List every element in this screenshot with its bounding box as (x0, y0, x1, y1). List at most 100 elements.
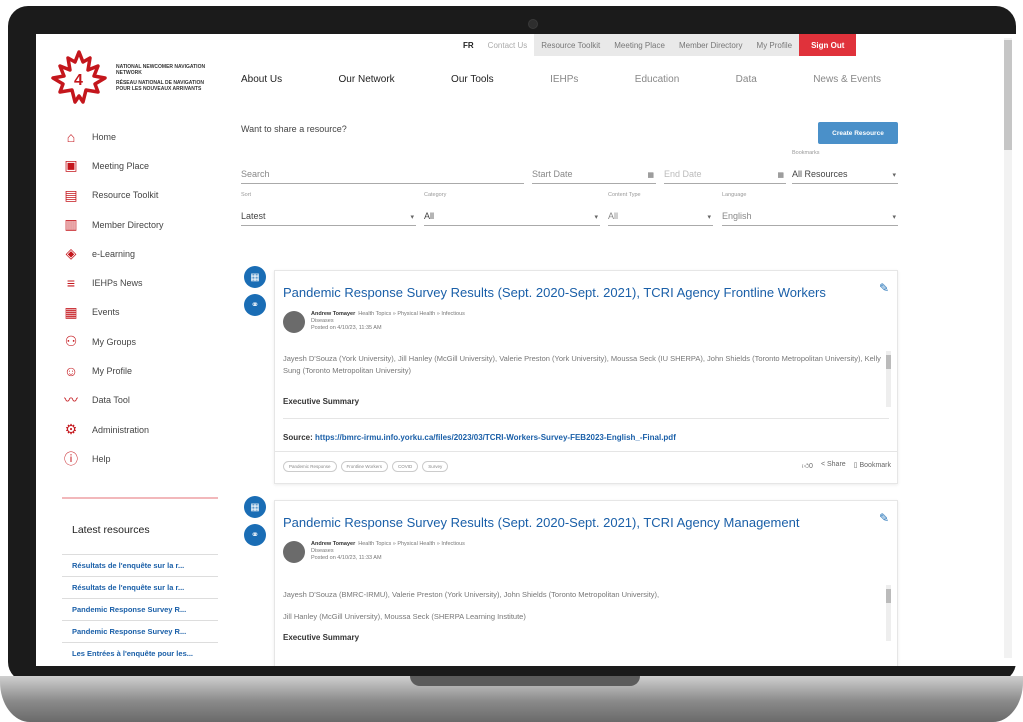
calendar-icon[interactable]: ▦ (647, 171, 654, 179)
content-type-label: Content Type (608, 192, 641, 198)
end-date-field[interactable]: End Date ▦ (664, 162, 786, 184)
language-toggle[interactable]: FR (456, 41, 481, 50)
author-info: Andrew Tomayer Health Topics » Physical … (311, 541, 465, 563)
laptop-base (0, 676, 1023, 722)
nav-news-events[interactable]: News & Events (813, 74, 881, 85)
meeting-place-link[interactable]: Meeting Place (607, 34, 672, 56)
sidebar-item-meeting-place[interactable]: ▣ Meeting Place (62, 151, 222, 180)
tag-chip[interactable]: Frontline Workers (340, 461, 388, 472)
latest-resource-link[interactable]: Pandemic Response Survey R... (62, 620, 218, 642)
card-scrollbar[interactable] (886, 585, 891, 641)
tag-chip[interactable]: COVID (391, 461, 419, 472)
card-topic: Health Topics » Physical Health » Infect… (358, 311, 465, 317)
bookmark-button[interactable]: ▯ Bookmark (854, 461, 891, 470)
author-name: Andrew Tomayer (311, 541, 356, 547)
thumbs-up-icon: 👍︎ (801, 463, 810, 470)
screen: 4 National Newcomer Navigation Network R… (36, 34, 1016, 666)
card-actions: 👍︎0 < Share ▯ Bookmark (802, 461, 891, 470)
executive-summary-heading: Executive Summary (283, 397, 360, 406)
source-link[interactable]: https://bmrc-irmu.info.yorku.ca/files/20… (315, 433, 676, 442)
sidebar-item-resource-toolkit[interactable]: ▤ Resource Toolkit (62, 181, 222, 210)
card-divider (283, 418, 889, 419)
sidebar-item-data-tool[interactable]: 〰 Data Tool (62, 386, 222, 415)
latest-resource-link[interactable]: Résultats de l'enquête sur la r... (62, 554, 218, 576)
gear-icon: ⚙ (64, 421, 78, 438)
logo-text-fr: Réseau national de navigation pour les n… (116, 80, 204, 92)
author-row: Andrew Tomayer Health Topics » Physical … (283, 311, 465, 333)
page-scrollbar[interactable] (1004, 38, 1012, 658)
start-date-field[interactable]: Start Date ▦ (532, 162, 656, 184)
sidebar-item-iehps-news[interactable]: ≡ IEHPs News (62, 268, 222, 297)
my-profile-link[interactable]: My Profile (749, 34, 800, 56)
user-icon: ☺ (63, 363, 79, 380)
sign-out-button[interactable]: Sign Out (799, 34, 857, 56)
sort-select[interactable]: Sort Latest ▾ (241, 192, 416, 226)
bookmark-icon: ▯ (853, 462, 858, 469)
nav-iehps[interactable]: IEHPs (550, 74, 578, 85)
resource-card: Pandemic Response Survey Results (Sept. … (274, 270, 898, 484)
create-resource-button[interactable]: Create Resource (818, 122, 898, 144)
scrollbar-thumb[interactable] (886, 589, 891, 603)
language-select[interactable]: Language English ▾ (722, 192, 898, 226)
latest-resource-link[interactable]: Pandemic Response Survey R... (62, 598, 218, 620)
edit-icon[interactable]: ✎ (879, 281, 889, 295)
sidebar-item-label: Administration (92, 424, 150, 435)
sidebar-item-member-directory[interactable]: ▥ Member Directory (62, 210, 222, 239)
sidebar-item-events[interactable]: ▦ Events (62, 298, 222, 327)
like-count: 0 (809, 463, 813, 470)
sort-label: Sort (241, 192, 252, 198)
content-type-select[interactable]: Content Type All ▾ (608, 192, 713, 226)
posted-date: Posted on 4/10/23, 11:35 AM (311, 325, 382, 331)
edit-icon[interactable]: ✎ (879, 511, 889, 525)
calendar-icon[interactable]: ▦ (244, 496, 266, 518)
like-button[interactable]: 👍︎0 (802, 461, 813, 470)
card-scrollbar[interactable] (886, 351, 891, 407)
link-icon[interactable]: ⚭ (244, 294, 266, 316)
sidebar-item-label: My Groups (92, 336, 137, 347)
search-input[interactable]: Search (241, 162, 524, 184)
sidebar-item-label: Home (92, 131, 117, 142)
calendar-icon[interactable]: ▦ (244, 266, 266, 288)
sidebar-item-label: Events (92, 307, 120, 318)
latest-resource-link[interactable]: Résultats de l'enquête sur la r... (62, 576, 218, 598)
nav-our-tools[interactable]: Our Tools (451, 74, 494, 85)
link-icon[interactable]: ⚭ (244, 524, 266, 546)
site-logo[interactable]: 4 National Newcomer Navigation Network R… (50, 48, 230, 108)
resource-toolkit-link[interactable]: Resource Toolkit (534, 34, 608, 56)
sidebar-item-my-profile[interactable]: ☺ My Profile (62, 356, 222, 385)
bookmarks-select[interactable]: Bookmarks All Resources ▾ (792, 150, 898, 184)
tag-list: Pandemic Response Frontline Workers COVI… (283, 461, 449, 472)
sidebar-item-home[interactable]: ⌂ Home (62, 122, 222, 151)
chevron-down-icon: ▾ (410, 214, 414, 221)
member-directory-link[interactable]: Member Directory (671, 34, 750, 56)
avatar (283, 311, 305, 333)
tag-chip[interactable]: Survey (422, 461, 449, 472)
nav-data[interactable]: Data (736, 74, 757, 85)
card-title[interactable]: Pandemic Response Survey Results (Sept. … (283, 515, 799, 530)
calendar-icon[interactable]: ▦ (777, 171, 784, 179)
nav-our-network[interactable]: Our Network (339, 74, 395, 85)
latest-resource-link[interactable]: Les Entrées à l'enquête pour les... (62, 642, 218, 664)
sidebar-item-my-groups[interactable]: ⚇ My Groups (62, 327, 222, 356)
chevron-down-icon: ▾ (707, 214, 711, 221)
nav-about-us[interactable]: About Us (241, 74, 282, 85)
contact-us-link[interactable]: Contact Us (481, 41, 535, 50)
svg-text:4: 4 (74, 72, 83, 89)
search-placeholder: Search (241, 169, 270, 179)
source-row: Source: https://bmrc-irmu.info.yorku.ca/… (283, 433, 676, 442)
card-type-icons: ▦ ⚭ (244, 496, 272, 552)
nav-education[interactable]: Education (635, 74, 679, 85)
tag-chip[interactable]: Pandemic Response (283, 461, 337, 472)
category-select[interactable]: Category All ▾ (424, 192, 600, 226)
scrollbar-thumb[interactable] (886, 355, 891, 369)
sidebar-item-e-learning[interactable]: ◈ e-Learning (62, 239, 222, 268)
card-title[interactable]: Pandemic Response Survey Results (Sept. … (283, 285, 826, 300)
info-icon: ⓘ (64, 450, 78, 467)
sidebar-item-administration[interactable]: ⚙ Administration (62, 415, 222, 444)
share-button[interactable]: < Share (821, 461, 846, 470)
category-value: All (424, 211, 435, 221)
calendar-icon: ▦ (64, 303, 78, 320)
card-type-icons: ▦ ⚭ (244, 266, 272, 322)
page-scrollbar-thumb[interactable] (1004, 40, 1012, 150)
sidebar-item-help[interactable]: ⓘ Help (62, 444, 222, 473)
